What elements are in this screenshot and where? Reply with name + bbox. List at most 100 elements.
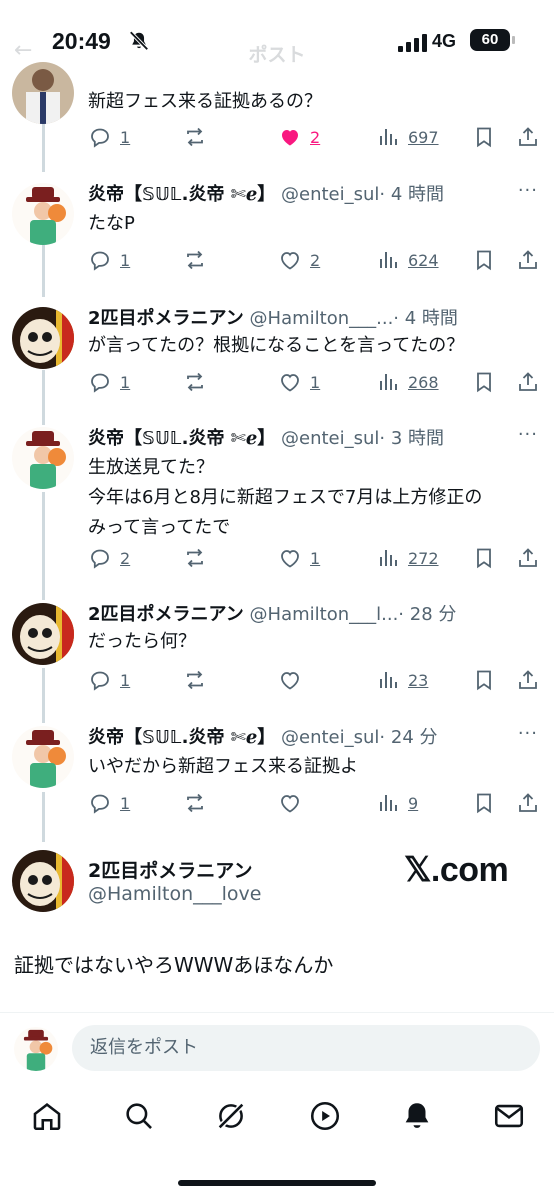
user-handle[interactable]: @Hamilton___... [250,308,394,329]
reply-button[interactable]: 1 [88,788,130,818]
avatar[interactable] [12,427,74,489]
views-button[interactable]: 697 [376,122,439,152]
more-icon[interactable]: ··· [518,425,538,445]
reply-count: 1 [120,372,131,392]
xcom-watermark: 𝕏.com [404,851,509,889]
repost-icon [187,372,203,392]
avatar[interactable] [12,183,74,245]
tweet[interactable]: 炎帝【𝕊𝕌𝕃.炎帝 ✄ℯ】 @entei_sul· 24 分 ··· いやだから… [0,724,554,824]
reply-button[interactable]: 1 [88,122,130,152]
reply-icon [91,373,109,393]
bookmark-button[interactable] [472,788,496,818]
share-button[interactable] [516,788,540,818]
reply-button[interactable]: 1 [88,245,130,275]
home-indicator[interactable] [178,1180,376,1186]
home-icon[interactable] [30,1099,64,1133]
display-name[interactable]: 炎帝【𝕊𝕌𝕃.炎帝 ✄ℯ】 [88,428,275,449]
my-avatar[interactable] [14,1027,58,1071]
reply-button[interactable]: 1 [88,665,130,695]
search-icon[interactable] [122,1099,156,1133]
avatar-image [12,850,74,912]
share-button[interactable] [516,367,540,397]
like-button[interactable]: 2 [278,245,320,275]
views-icon [380,795,397,811]
grok-icon[interactable] [214,1099,248,1133]
user-handle[interactable]: @Hamilton___l... [250,604,399,625]
user-handle[interactable]: @entei_sul [281,184,379,205]
user-handle[interactable]: @entei_sul [281,727,379,748]
tweet[interactable]: 炎帝【𝕊𝕌𝕃.炎帝 ✄ℯ】 @entei_sul· 3 時間 ··· 生放送見て… [0,425,554,585]
more-icon[interactable]: ··· [518,181,538,201]
main-post-avatar[interactable] [12,850,74,912]
repost-button[interactable] [183,665,207,695]
like-count: 2 [310,250,321,270]
views-button[interactable]: 268 [376,367,439,397]
main-post-handle[interactable]: @Hamilton___love [88,883,261,905]
views-icon [380,374,397,390]
views-button[interactable]: 624 [376,245,439,275]
tweet[interactable]: 炎帝【𝕊𝕌𝕃.炎帝 ✄ℯ】 @entei_sul· 4 時間 ··· たなP 1… [0,181,554,281]
like-button[interactable]: 1 [278,543,320,573]
tweet-text: いやだから新超フェス来る証拠よ [88,756,358,777]
avatar[interactable] [12,62,74,124]
reply-button[interactable]: 2 [88,543,130,573]
bookmark-icon [477,793,491,814]
views-button[interactable]: 9 [376,788,418,818]
tweet-actions: 1 2 624 [88,245,538,275]
bookmark-button[interactable] [472,665,496,695]
view-count: 272 [408,548,439,568]
like-button[interactable]: 2 [278,122,320,152]
views-button[interactable]: 23 [376,665,428,695]
views-button[interactable]: 272 [376,543,439,573]
repost-button[interactable] [183,122,207,152]
avatar[interactable] [12,603,74,665]
reply-input[interactable]: 返信をポスト [72,1025,540,1071]
tweet-actions: 2 1 272 [88,543,538,573]
reply-icon [91,128,109,148]
share-button[interactable] [516,665,540,695]
heart-icon [281,672,299,690]
reply-button[interactable]: 1 [88,367,130,397]
display-name[interactable]: 炎帝【𝕊𝕌𝕃.炎帝 ✄ℯ】 [88,184,275,205]
heart-icon [281,374,299,392]
like-button[interactable]: 1 [278,367,320,397]
repost-button[interactable] [183,245,207,275]
bookmark-button[interactable] [472,122,496,152]
avatar[interactable] [12,307,74,369]
avatar-image [12,62,74,124]
share-button[interactable] [516,122,540,152]
bookmark-icon [477,372,491,393]
view-count: 268 [408,372,439,392]
like-button[interactable] [278,788,302,818]
avatar-image [12,183,74,245]
reply-icon [91,251,109,271]
messages-icon[interactable] [492,1099,526,1133]
repost-button[interactable] [183,367,207,397]
avatar-image [12,307,74,369]
display-name[interactable]: 2匹目ポメラニアン [88,308,244,329]
tweet[interactable]: 新超フェス来る証拠あるの？ 1 2 697 [0,62,554,170]
user-handle[interactable]: @entei_sul [281,428,379,449]
like-button[interactable] [278,665,302,695]
video-icon[interactable] [308,1099,342,1133]
bookmark-button[interactable] [472,367,496,397]
bookmark-button[interactable] [472,543,496,573]
repost-button[interactable] [183,788,207,818]
share-button[interactable] [516,245,540,275]
tweet[interactable]: 2匹目ポメラニアン @Hamilton___...· 4 時間 が言ってたの？根… [0,305,554,405]
repost-icon [187,793,203,813]
bookmark-button[interactable] [472,245,496,275]
share-button[interactable] [516,543,540,573]
repost-button[interactable] [183,543,207,573]
timestamp: · 24 分 [379,727,438,748]
tweet-actions: 1 9 [88,788,538,818]
timestamp: · 4 時間 [393,308,458,329]
display-name[interactable]: 2匹目ポメラニアン [88,604,244,625]
main-post-text: 証拠ではないやろWWWあほなんか [14,953,334,977]
notifications-icon[interactable] [400,1099,434,1133]
avatar[interactable] [12,726,74,788]
display-name[interactable]: 炎帝【𝕊𝕌𝕃.炎帝 ✄ℯ】 [88,727,275,748]
more-icon[interactable]: ··· [518,724,538,744]
main-post-display-name[interactable]: 2匹目ポメラニアン [88,856,252,883]
tweet[interactable]: 2匹目ポメラニアン @Hamilton___l...· 28 分 だったら何？ … [0,601,554,701]
